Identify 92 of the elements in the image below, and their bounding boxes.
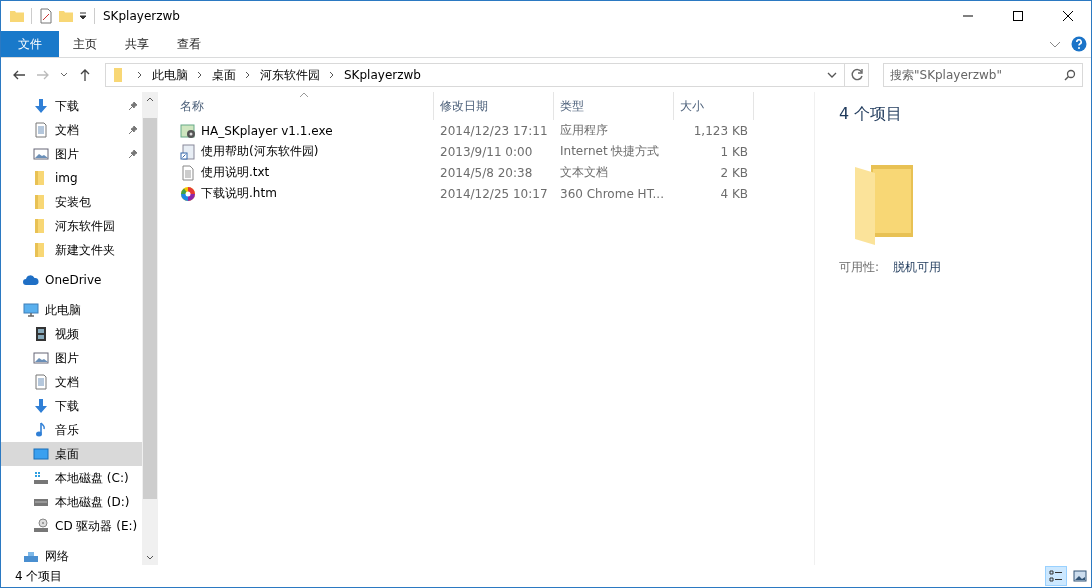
type-cell-text: 应用程序 — [559, 122, 609, 139]
sidebar-item[interactable]: CD 驱动器 (E:) — [1, 514, 142, 538]
drive-icon — [33, 470, 49, 486]
chevron-right-icon — [136, 71, 144, 79]
sidebar-item[interactable]: 音乐 — [1, 418, 142, 442]
desktop-icon — [33, 446, 49, 462]
pictures-icon — [33, 350, 49, 366]
sidebar-item[interactable]: 桌面 — [1, 442, 142, 466]
file-name[interactable]: 使用说明.txt — [201, 164, 270, 181]
file-tab[interactable]: 文件 — [1, 31, 59, 57]
ribbon-tab[interactable]: 主页 — [59, 31, 111, 57]
dropdown-icon[interactable] — [78, 11, 88, 21]
film-icon — [33, 326, 49, 342]
cloud-icon — [23, 272, 39, 288]
property-label: 可用性: — [839, 259, 880, 276]
column-header[interactable]: 名称 — [174, 92, 434, 120]
date-cell-text: 2014/12/25 10:17 — [439, 186, 549, 201]
sidebar-item[interactable]: 文档 — [1, 118, 142, 142]
item-count-heading: 4 个项目 — [839, 104, 904, 125]
shortcut-icon — [180, 143, 196, 160]
scrollbar-thumb[interactable] — [143, 118, 157, 499]
pin-icon[interactable] — [128, 149, 138, 159]
folder-icon — [9, 8, 25, 24]
search-field[interactable]: 搜索"SKplayerzwb" — [883, 63, 1083, 87]
refresh-button[interactable] — [845, 63, 869, 87]
help-icon[interactable] — [1071, 36, 1087, 52]
program-icon — [180, 122, 196, 139]
date-cell-text: 2013/9/11 0:00 — [439, 144, 534, 159]
property-value: 脱机可用 — [893, 259, 942, 276]
colorful-ball-icon — [180, 185, 196, 202]
scrollbar[interactable] — [142, 92, 158, 565]
sidebar-item[interactable]: 本地磁盘 (C:) — [1, 466, 142, 490]
size-cell-text: 2 KB — [719, 165, 749, 180]
details-view-button[interactable] — [1045, 566, 1067, 586]
breadcrumb[interactable]: 桌面 — [212, 66, 236, 84]
sidebar-item[interactable]: 此电脑 — [1, 298, 142, 322]
type-cell-text: 360 Chrome HT... — [559, 186, 665, 201]
window-title: SKplayerzwb — [103, 9, 180, 23]
column-header[interactable]: 类型 — [554, 92, 674, 120]
document-icon — [33, 374, 49, 390]
file-name[interactable]: HA_SKplayer v1.1.exe — [201, 123, 333, 138]
chevron-right-icon — [244, 71, 252, 79]
list-icon — [1049, 569, 1063, 583]
scroll-down-icon[interactable] — [146, 553, 154, 561]
sidebar-item[interactable]: 下载 — [1, 394, 142, 418]
address-bar[interactable]: 此电脑 桌面 河东软件园 SKplayerzwb — [105, 63, 845, 87]
document-icon — [33, 122, 49, 138]
pictures-icon — [33, 146, 49, 162]
size-cell-text: 1,123 KB — [692, 123, 749, 138]
sidebar-item[interactable]: 图片 — [1, 142, 142, 166]
sidebar-item[interactable]: 网络 — [1, 544, 142, 565]
sidebar-item[interactable]: 下载 — [1, 94, 142, 118]
scroll-up-icon[interactable] — [146, 96, 154, 104]
sidebar-item[interactable]: 本地磁盘 (D:) — [1, 490, 142, 514]
ribbon-tab[interactable]: 共享 — [111, 31, 163, 57]
date-cell-text: 2014/5/8 20:38 — [439, 165, 534, 180]
sidebar-item[interactable]: OneDrive — [1, 268, 142, 292]
breadcrumb[interactable]: 此电脑 — [152, 66, 188, 84]
breadcrumb[interactable]: 河东软件园 — [260, 66, 320, 84]
sidebar-item[interactable]: 新建文件夹 — [1, 238, 142, 262]
type-cell-text: Internet 快捷方式 — [559, 143, 661, 160]
close-icon — [1062, 10, 1074, 22]
sidebar-item[interactable]: 视频 — [1, 322, 142, 346]
breadcrumb[interactable]: SKplayerzwb — [344, 68, 421, 82]
chevron-right-icon — [328, 71, 336, 79]
sidebar-item[interactable]: img — [1, 166, 142, 190]
size-cell-text: 4 KB — [719, 186, 749, 201]
file-name[interactable]: 使用帮助(河东软件园) — [201, 143, 319, 160]
sidebar-item[interactable]: 河东软件园 — [1, 214, 142, 238]
chevron-right-icon — [196, 71, 204, 79]
ribbon-tab[interactable]: 查看 — [163, 31, 215, 57]
cd-drive-icon — [33, 518, 49, 534]
status-text: 4 个项目 — [15, 567, 63, 585]
column-header[interactable]: 大小 — [674, 92, 754, 120]
date-cell-text: 2014/12/23 17:11 — [439, 123, 549, 138]
file-name[interactable]: 下载说明.htm — [201, 185, 277, 202]
monitor-icon — [23, 302, 39, 318]
type-cell-text: 文本文档 — [559, 164, 609, 181]
maximize-icon — [1012, 10, 1024, 22]
size-cell-text: 1 KB — [719, 144, 749, 159]
pin-icon[interactable] — [128, 125, 138, 135]
sidebar-item[interactable]: 安装包 — [1, 190, 142, 214]
text-file-icon — [180, 164, 196, 181]
download-icon — [33, 398, 49, 414]
image-icon — [1073, 569, 1087, 583]
column-header[interactable]: 修改日期 — [434, 92, 554, 120]
sidebar-item[interactable]: 图片 — [1, 346, 142, 370]
pin-icon[interactable] — [128, 101, 138, 111]
sidebar-item[interactable]: 文档 — [1, 370, 142, 394]
download-icon — [33, 98, 49, 114]
search-icon[interactable] — [1064, 69, 1076, 81]
properties-icon[interactable] — [38, 8, 54, 24]
